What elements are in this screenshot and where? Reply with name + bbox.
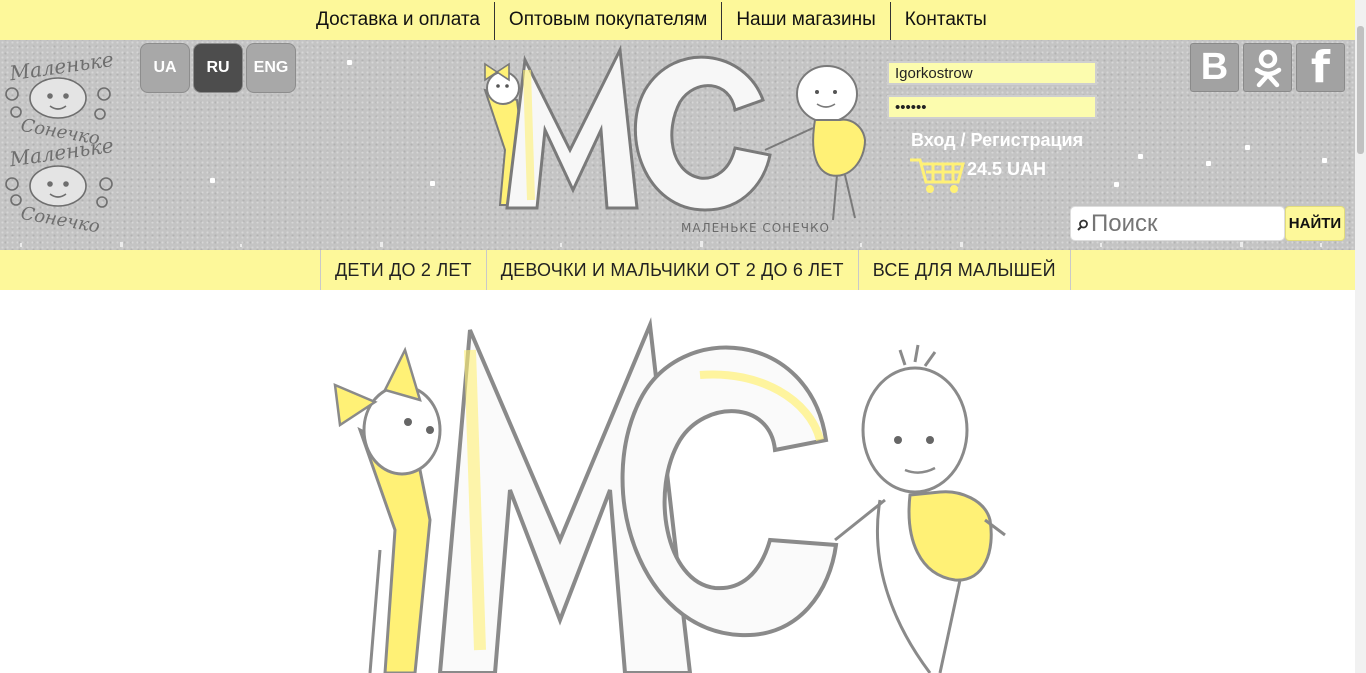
vertical-scrollbar[interactable]: ▲: [1355, 0, 1366, 673]
svg-text:МАЛЕНЬКЕ СОНЕЧКО: МАЛЕНЬКЕ СОНЕЧКО: [681, 221, 830, 235]
nav-item-stores[interactable]: Наши магазины: [722, 2, 891, 40]
search-input[interactable]: [1091, 209, 1281, 239]
hero-banner: [0, 290, 1355, 673]
site-header: Маленьке Сонечко Маленьке Сонечко UA RU …: [0, 40, 1355, 250]
nav-item-delivery[interactable]: Доставка и оплата: [302, 2, 495, 40]
odnoklassniki-icon[interactable]: [1243, 43, 1292, 92]
scrollbar-thumb[interactable]: [1357, 26, 1364, 154]
lang-ua-button[interactable]: UA: [140, 43, 190, 93]
side-logo-graphic: Маленьке Сонечко Маленьке Сонечко: [5, 47, 115, 238]
search-icon: [1077, 219, 1088, 231]
category-item-kids-2-6[interactable]: ДЕВОЧКИ И МАЛЬЧИКИ ОТ 2 ДО 6 ЛЕТ: [487, 250, 859, 290]
password-field[interactable]: [887, 95, 1097, 119]
vk-icon[interactable]: В: [1190, 43, 1239, 92]
page: Доставка и оплата Оптовым покупателям На…: [0, 0, 1366, 673]
username-field[interactable]: [887, 61, 1097, 85]
nav-item-contacts[interactable]: Контакты: [891, 2, 1001, 40]
main-logo-graphic: МАЛЕНЬКЕ СОНЕЧКО: [483, 44, 867, 235]
shopping-cart-icon[interactable]: [908, 156, 966, 201]
top-navigation: Доставка и оплата Оптовым покупателям На…: [0, 0, 1355, 40]
header-ground-decoration: [20, 241, 1322, 247]
category-navigation: ДЕТИ ДО 2 ЛЕТ ДЕВОЧКИ И МАЛЬЧИКИ ОТ 2 ДО…: [0, 250, 1355, 290]
login-register-link[interactable]: Вход / Регистрация: [911, 130, 1083, 151]
main-logo[interactable]: МАЛЕНЬКЕ СОНЕЧКО: [445, 40, 905, 240]
lang-eng-button[interactable]: ENG: [246, 43, 296, 93]
category-item-baby-goods[interactable]: ВСЕ ДЛЯ МАЛЫШЕЙ: [859, 250, 1071, 290]
search-button[interactable]: НАЙТИ: [1285, 206, 1345, 241]
side-logo[interactable]: Маленьке Сонечко Маленьке Сонечко: [2, 47, 122, 240]
search-box: [1070, 206, 1285, 241]
cart-total[interactable]: 24.5 UAH: [967, 159, 1046, 180]
svg-text:Сонечко: Сонечко: [19, 203, 101, 238]
facebook-icon[interactable]: f: [1296, 42, 1345, 93]
lang-ru-button[interactable]: RU: [193, 43, 243, 93]
odnoklassniki-glyph: [1254, 49, 1281, 87]
category-item-babies[interactable]: ДЕТИ ДО 2 ЛЕТ: [321, 250, 487, 290]
nav-item-wholesale[interactable]: Оптовым покупателям: [495, 2, 723, 40]
hero-logo-illustration: [333, 317, 1006, 673]
